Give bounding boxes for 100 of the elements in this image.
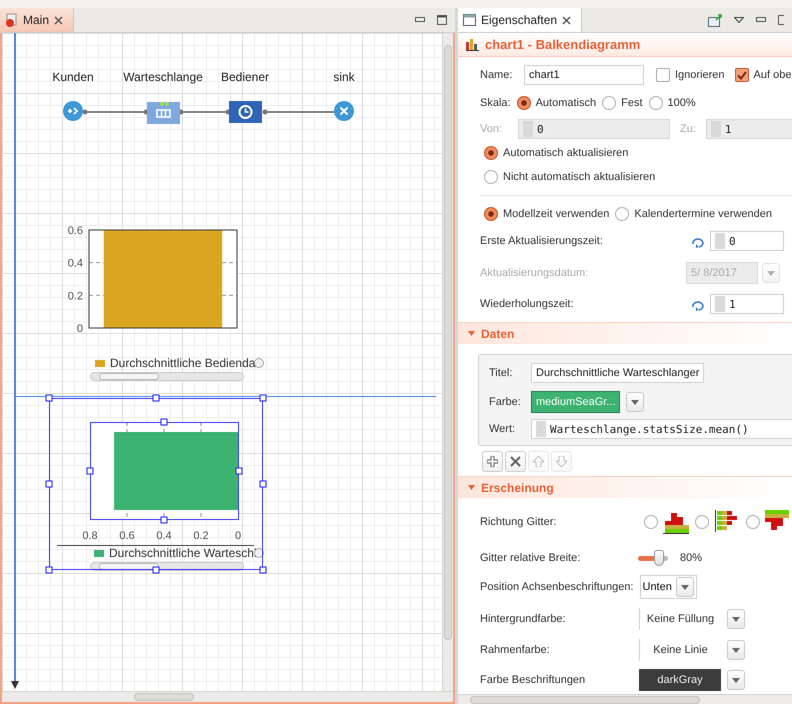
checkbox-option[interactable]: Auf obe	[734, 68, 792, 82]
radio-option[interactable]: Automatisch aktualisieren	[484, 146, 628, 160]
fill-dropdown-button[interactable]	[727, 609, 745, 629]
checkbox[interactable]	[656, 68, 670, 82]
tick-label: 0.4	[156, 530, 172, 542]
color-dropdown-button[interactable]	[626, 392, 644, 412]
legend-label: Durchschnittliche Bedienda	[110, 356, 256, 370]
tab-label: Eigenschaften	[481, 13, 558, 27]
value-field[interactable]: Warteschlange.statsSize.mean()	[531, 419, 792, 439]
slider-thumb[interactable]	[654, 550, 664, 566]
slider-value: 80%	[680, 552, 702, 564]
caret-icon	[631, 400, 640, 404]
new-window-icon[interactable]	[708, 14, 722, 26]
panel-title: chart1 - Balkendiagramm	[485, 37, 640, 52]
legend-swatch	[95, 360, 105, 366]
radio-option[interactable]: Kalendertermine verwenden	[615, 207, 772, 221]
arrow-head-icon	[11, 681, 19, 689]
close-icon[interactable]	[54, 16, 64, 24]
legend-scrollbar[interactable]	[90, 372, 244, 381]
radio-option[interactable]: Fest	[602, 96, 643, 110]
horizontal-scrollbar[interactable]	[2, 691, 453, 702]
caret-icon	[767, 270, 775, 276]
checkbox-option[interactable]: Ignorieren	[656, 68, 725, 82]
caret-icon	[732, 616, 740, 622]
legend-menu-button[interactable]	[254, 548, 264, 558]
legend-menu-button[interactable]	[254, 358, 264, 368]
selection-handle[interactable]	[86, 468, 94, 474]
field-label: Hintergrundfarbe:	[480, 613, 567, 625]
selection-handle[interactable]	[236, 468, 242, 474]
name-field[interactable]: chart1	[524, 65, 644, 85]
position-dropdown[interactable]: Unten	[640, 575, 697, 599]
title-field[interactable]: Durchschnittliche Warteschlanger	[531, 363, 704, 383]
minimize-icon[interactable]	[756, 17, 766, 23]
time-field[interactable]: 0	[710, 231, 784, 251]
selection-handle[interactable]	[160, 418, 168, 426]
field-label: Gitter relative Breite:	[480, 552, 582, 564]
radio-option[interactable]	[695, 510, 740, 534]
selection-handle[interactable]	[46, 480, 52, 488]
arrow-up-icon	[533, 456, 544, 466]
checkbox[interactable]	[734, 68, 749, 82]
plus-icon	[487, 456, 498, 466]
selection-handle[interactable]	[46, 566, 52, 574]
selection-handle[interactable]	[260, 480, 266, 488]
tick-label: 0	[234, 530, 242, 542]
maximize-icon[interactable]	[437, 15, 447, 25]
selection-handle[interactable]	[260, 566, 266, 574]
border-dropdown-button[interactable]	[727, 640, 745, 660]
radio-option[interactable]: 100%	[648, 96, 696, 110]
node-label: sink	[333, 70, 355, 84]
tick-label: 0.6	[119, 530, 135, 542]
selection-handle[interactable]	[160, 516, 168, 524]
selection-handle[interactable]	[260, 394, 266, 402]
tick-label: 0	[76, 323, 83, 335]
field-label: Erste Aktualisierungszeit:	[480, 235, 603, 247]
tick-label: 0.8	[82, 530, 98, 542]
editor-tab[interactable]: Main	[0, 8, 74, 32]
selection-handle[interactable]	[152, 394, 160, 402]
tick-label: 0.2	[68, 290, 83, 302]
fill-value: Keine Füllung	[639, 608, 721, 630]
field-label: Name:	[480, 69, 514, 81]
field-label: Titel:	[489, 367, 514, 379]
tab-label: Main	[23, 13, 50, 27]
caret-icon	[468, 331, 475, 336]
clock-icon	[228, 101, 262, 123]
dropdown-icon[interactable]	[734, 17, 744, 23]
field-label: Aktualisierungsdatum:	[480, 267, 588, 279]
properties-tab[interactable]: Eigenschaften	[458, 8, 582, 32]
table-icon	[463, 14, 476, 26]
bar-chart-icon	[714, 510, 740, 534]
sink-icon	[334, 101, 354, 121]
field-label: Wiederholungszeit:	[480, 298, 574, 310]
selection-handle[interactable]	[46, 394, 52, 402]
maximize-icon[interactable]	[778, 15, 784, 25]
radio-option[interactable]	[644, 510, 689, 534]
field-label: Position Achsenbeschriftungen:	[480, 581, 634, 593]
close-icon[interactable]	[562, 16, 572, 24]
field-label: Wert:	[489, 423, 516, 435]
radio-option[interactable]: Automatisch	[516, 96, 596, 110]
legend-swatch	[94, 550, 104, 556]
width-slider[interactable]	[638, 550, 668, 566]
node-label: Kunden	[52, 70, 94, 84]
caret-icon	[732, 648, 740, 652]
diagram-canvas[interactable]: Kunden Warteschlange Bediener sink 0 0.2 0.4 0.6 Durchschnittliche Bedienda 0.8 0.6 0.4 0.2 0 Durchschnittliche Warteschl	[2, 33, 442, 691]
bar-chart-icon	[663, 510, 689, 534]
color-dropdown-button[interactable]	[727, 670, 745, 690]
radio-option[interactable]: Nicht automatisch aktualisieren	[484, 170, 656, 184]
queue-icon	[146, 100, 180, 124]
color-field[interactable]: darkGray	[639, 669, 721, 691]
arrow-down-icon	[556, 456, 567, 466]
vertical-scrollbar[interactable]	[442, 33, 453, 691]
radio-option[interactable]: Modellzeit verwenden	[484, 207, 610, 221]
minimize-icon[interactable]	[415, 17, 425, 23]
horizontal-scrollbar[interactable]	[458, 694, 792, 704]
field-label: Von:	[480, 123, 504, 135]
selection-handle[interactable]	[152, 566, 160, 574]
check-icon	[736, 70, 747, 80]
node-label: Warteschlange	[123, 70, 203, 84]
remove-button[interactable]	[505, 450, 526, 472]
time-field[interactable]: 1	[710, 294, 784, 314]
add-button[interactable]	[482, 450, 503, 472]
